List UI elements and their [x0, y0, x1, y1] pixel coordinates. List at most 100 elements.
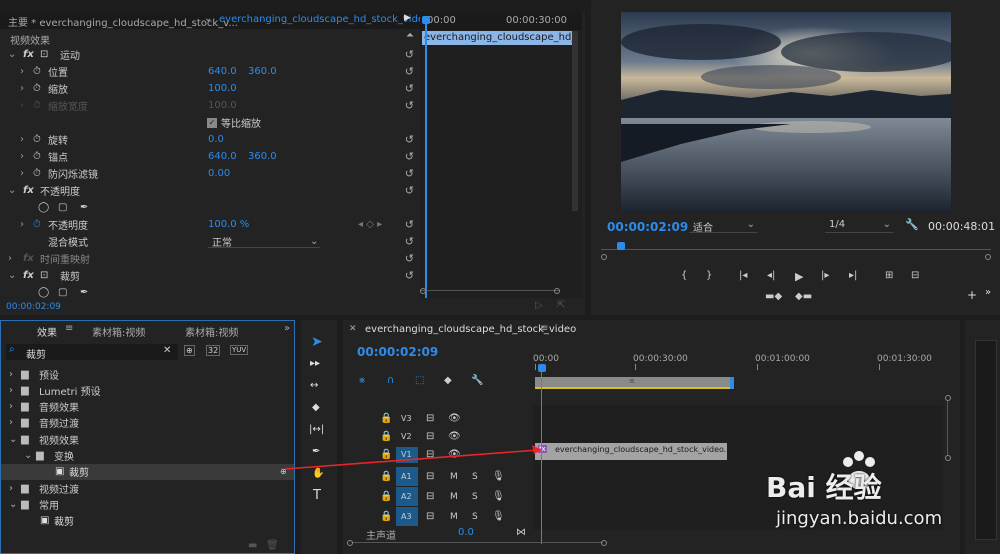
- tab-bin-1[interactable]: 素材箱:视频: [92, 324, 145, 339]
- rect-mask-icon[interactable]: ▢: [58, 287, 67, 298]
- property-value[interactable]: 0.00: [208, 168, 230, 179]
- track-select-icon[interactable]: ▸▸: [310, 358, 320, 369]
- program-scrubber[interactable]: [601, 240, 991, 260]
- filter-icon[interactable]: ▷: [535, 300, 543, 311]
- razor-tool-icon[interactable]: ◆: [312, 402, 320, 413]
- reset-icon[interactable]: ↺: [405, 167, 414, 180]
- property-value-2[interactable]: 360.0: [248, 151, 277, 162]
- effects-tree-item[interactable]: › ▆ 音频过渡: [1, 415, 294, 431]
- play-icon[interactable]: ▶: [795, 270, 803, 283]
- marker-icon[interactable]: ◆: [444, 375, 452, 386]
- overwrite-icon[interactable]: ⊟: [911, 270, 919, 281]
- search-input[interactable]: 裁剪: [26, 346, 46, 361]
- video-clip[interactable]: fx everchanging_cloudscape_hd_stock_vide…: [535, 443, 727, 460]
- transform-icon[interactable]: ⊡: [40, 270, 48, 281]
- work-area-end[interactable]: [730, 377, 734, 389]
- reset-icon[interactable]: ↺: [405, 99, 414, 112]
- reset-icon[interactable]: ↺: [405, 82, 414, 95]
- stopwatch-icon[interactable]: ⏱: [33, 219, 41, 230]
- timeline-playhead-handle[interactable]: [538, 364, 546, 372]
- property-value[interactable]: 0.0: [208, 134, 224, 145]
- effects-tree-item[interactable]: ⌄ ▆ 视频效果: [1, 431, 294, 447]
- tree-arrow-icon[interactable]: ⌄: [9, 499, 17, 510]
- effects-tree-item[interactable]: ⌄ ▆ 变换: [1, 448, 294, 464]
- reset-icon[interactable]: ↺: [405, 133, 414, 146]
- tab-bin-2[interactable]: 素材箱:视频: [185, 324, 238, 339]
- stopwatch-icon[interactable]: ⏱: [33, 168, 41, 179]
- fx-icon[interactable]: fx: [23, 49, 34, 60]
- fx-icon[interactable]: fx: [23, 270, 34, 281]
- tree-arrow-icon[interactable]: ›: [9, 417, 13, 428]
- reset-icon[interactable]: ↺: [405, 218, 414, 231]
- work-area-bar[interactable]: ≡: [535, 377, 733, 389]
- expand-arrow-icon[interactable]: ›: [20, 151, 24, 162]
- ec-playhead[interactable]: [425, 16, 427, 298]
- ec-clip-bar[interactable]: everchanging_cloudscape_hd_stock_v: [422, 31, 572, 45]
- tree-arrow-icon[interactable]: ›: [9, 401, 13, 412]
- lock-icon[interactable]: 🔒: [380, 413, 392, 424]
- tab-seq-chevron-icon[interactable]: ⌄: [204, 13, 212, 24]
- property-value[interactable]: 100.0 %: [208, 219, 249, 230]
- pen-mask-icon[interactable]: ✒: [80, 287, 88, 298]
- property-value[interactable]: 640.0: [208, 66, 237, 77]
- master-value[interactable]: 0.0: [458, 527, 474, 538]
- program-timecode[interactable]: 00:00:02:09: [607, 220, 688, 234]
- step-forward-icon[interactable]: |▸: [821, 270, 829, 281]
- reset-icon[interactable]: ↺: [405, 252, 414, 265]
- sync-lock-icon[interactable]: ⊟: [426, 413, 434, 424]
- new-bin-icon[interactable]: ▬: [248, 540, 257, 551]
- more-tabs-icon[interactable]: »: [284, 323, 290, 334]
- ec-playhead-handle[interactable]: [422, 16, 430, 24]
- lock-icon[interactable]: 🔒: [380, 511, 392, 522]
- stopwatch-icon[interactable]: ⏱: [33, 66, 41, 77]
- expand-arrow-icon[interactable]: ›: [20, 168, 24, 179]
- pen-mask-icon[interactable]: ✒: [80, 202, 88, 213]
- clear-search-icon[interactable]: ✕: [163, 345, 171, 356]
- effects-tree-item[interactable]: › ▆ 预设: [1, 366, 294, 382]
- sync-lock-icon[interactable]: ⊟: [426, 491, 434, 502]
- 32bit-icon[interactable]: 32: [206, 345, 221, 356]
- timeline-settings-icon[interactable]: 🔧: [471, 375, 483, 386]
- reset-icon[interactable]: ↺: [405, 184, 414, 197]
- insert-icon[interactable]: ⊞: [885, 270, 893, 281]
- mic-icon[interactable]: 🎙: [492, 511, 505, 522]
- add-button-icon[interactable]: +: [967, 288, 977, 302]
- expand-arrow-icon[interactable]: ›: [20, 100, 24, 111]
- program-playhead[interactable]: [617, 242, 625, 250]
- timeline-ruler[interactable]: 00:00 00:00:30:00 00:01:00:00 00:01:30:00: [533, 350, 953, 370]
- keyframe-nav-icon[interactable]: ◂ ◇ ▸: [358, 219, 382, 230]
- play-only-icon[interactable]: ▶: [404, 13, 411, 23]
- ec-scrollbar[interactable]: [572, 31, 578, 211]
- expand-arrow-icon[interactable]: ›: [8, 253, 12, 264]
- effects-tree-item[interactable]: › ▆ 音频效果: [1, 399, 294, 415]
- effects-tree-item[interactable]: ⌄ ▆ 常用: [1, 496, 294, 512]
- expand-arrow-icon[interactable]: ⌄: [8, 270, 16, 281]
- accelerated-effects-icon[interactable]: ⊕: [184, 345, 195, 356]
- reset-icon[interactable]: ↺: [405, 269, 414, 282]
- lift-icon[interactable]: ▬◆: [765, 291, 782, 302]
- expand-arrow-icon[interactable]: ›: [20, 219, 24, 230]
- ripple-edit-icon[interactable]: ↔: [310, 380, 318, 391]
- reset-icon[interactable]: ↺: [405, 235, 414, 248]
- go-to-out-icon[interactable]: ▸|: [849, 270, 857, 281]
- tree-arrow-icon[interactable]: ⌄: [24, 450, 32, 461]
- timeline-timecode[interactable]: 00:00:02:09: [357, 345, 438, 359]
- expand-arrow-icon[interactable]: ›: [20, 83, 24, 94]
- expand-arrow-icon[interactable]: ⌄: [8, 185, 16, 196]
- mute-button[interactable]: M: [450, 492, 458, 502]
- mark-in-icon[interactable]: {: [681, 270, 687, 281]
- tab-effects[interactable]: 效果: [37, 324, 57, 339]
- property-value[interactable]: 640.0: [208, 151, 237, 162]
- solo-button[interactable]: S: [472, 512, 478, 522]
- effects-tree-item[interactable]: › ▆ Lumetri 预设: [1, 382, 294, 398]
- timeline-h-scrollbar[interactable]: [347, 540, 607, 546]
- expand-icon[interactable]: »: [985, 287, 991, 298]
- menu-icon[interactable]: ≡: [65, 323, 73, 334]
- fx-icon[interactable]: fx: [23, 185, 34, 196]
- delete-icon[interactable]: 🗑: [266, 540, 279, 551]
- wrench-icon[interactable]: 🔧: [905, 218, 919, 231]
- eye-icon[interactable]: 👁: [448, 413, 461, 424]
- linked-selection-icon[interactable]: ⬚: [415, 375, 424, 386]
- reset-icon[interactable]: ↺: [405, 48, 414, 61]
- master-end-icon[interactable]: ⋈: [516, 527, 526, 538]
